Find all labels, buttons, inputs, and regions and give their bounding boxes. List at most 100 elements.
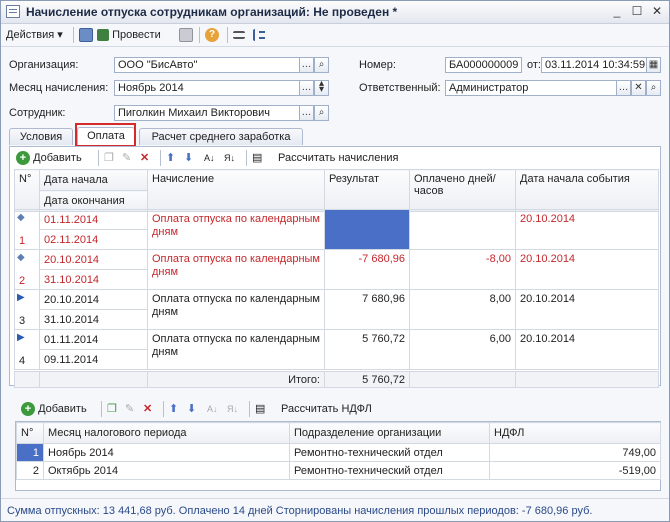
table-row[interactable]: 1 Ноябрь 2014 Ремонтно-технический отдел… (16, 443, 661, 462)
help-icon[interactable]: ? (205, 27, 219, 43)
clear-icon[interactable]: ✕ (631, 80, 646, 96)
table-row[interactable]: 2 Октябрь 2014 Ремонтно-технический отде… (16, 461, 661, 480)
column-header-period[interactable]: Месяц налогового периода (43, 422, 290, 444)
cell-result[interactable]: 7 680,96 (324, 289, 410, 330)
add-label: Добавить (33, 152, 82, 164)
cell-paid[interactable]: 8,00 (409, 289, 516, 330)
cell-paid[interactable]: 6,00 (409, 329, 516, 370)
delete-icon[interactable]: ✕ (143, 401, 152, 417)
employee-label: Сотрудник: (9, 107, 66, 119)
date-field[interactable]: 03.11.2014 10:34:59 (541, 57, 647, 73)
cell-result[interactable]: 5 760,72 (324, 329, 410, 370)
cell-paid[interactable] (409, 209, 516, 250)
cell-paid[interactable]: -8,00 (409, 249, 516, 290)
cell-tax[interactable]: 749,00 (489, 443, 661, 462)
cell-end-date[interactable]: 31.10.2014 (39, 269, 148, 290)
move-up-icon[interactable]: ⬆ (169, 401, 178, 417)
column-header-n[interactable]: N° (14, 169, 40, 212)
column-header-n[interactable]: N° (16, 422, 44, 444)
calculate-accruals-button[interactable]: Рассчитать начисления (278, 150, 399, 166)
responsible-field[interactable]: Администратор (445, 80, 617, 96)
row-status-icon: ◆ (17, 252, 25, 264)
cell-result[interactable]: -7 680,96 (324, 249, 410, 290)
tab-conditions[interactable]: Условия (9, 128, 73, 145)
print-icon[interactable] (179, 27, 193, 43)
actions-menu[interactable]: Действия ▾ (6, 27, 63, 43)
cell-start-date[interactable]: 20.10.2014 (39, 289, 148, 310)
cell-event-date[interactable]: 20.10.2014 (515, 289, 659, 330)
employee-field[interactable]: Пиголкин Михаил Викторович (114, 105, 300, 121)
cell-accrual[interactable]: Оплата отпуска по календарным дням (147, 329, 325, 370)
month-select-button[interactable]: … (299, 80, 314, 96)
organization-select-button[interactable]: … (299, 57, 314, 73)
sort-desc-icon[interactable]: Я↓ (224, 150, 235, 166)
columns-icon[interactable]: ▤ (252, 150, 262, 166)
copy-icon[interactable]: ❐ (104, 150, 114, 166)
minimize-button[interactable]: _ (609, 4, 625, 19)
columns-icon[interactable]: ▤ (255, 401, 265, 417)
number-field[interactable]: БА000000009 (445, 57, 522, 73)
cell-end-date[interactable]: 31.10.2014 (39, 309, 148, 330)
cell-start-date[interactable]: 20.10.2014 (39, 249, 148, 270)
cell-accrual[interactable]: Оплата отпуска по календарным дням (147, 289, 325, 330)
move-up-icon[interactable]: ⬆ (166, 150, 175, 166)
column-header-tax[interactable]: НДФЛ (489, 422, 661, 444)
column-header-event[interactable]: Дата начала события (515, 169, 659, 212)
cell-accrual[interactable]: Оплата отпуска по календарным дням (147, 209, 325, 250)
column-header-dept[interactable]: Подразделение организации (289, 422, 490, 444)
post-button[interactable]: Провести (97, 27, 161, 43)
cell-start-date[interactable]: 01.11.2014 (39, 209, 148, 230)
cell-dept[interactable]: Ремонтно-технический отдел (289, 443, 490, 462)
cell-accrual[interactable]: Оплата отпуска по календарным дням (147, 249, 325, 290)
column-header-paid[interactable]: Оплачено дней/часов (409, 169, 516, 212)
cell-result[interactable] (324, 209, 410, 250)
separator (249, 401, 250, 417)
sort-desc-icon[interactable]: Я↓ (227, 401, 238, 417)
month-field[interactable]: Ноябрь 2014 (114, 80, 300, 96)
cell-event-date[interactable]: 20.10.2014 (515, 329, 659, 370)
month-stepper[interactable]: ▴ ▾ (314, 79, 329, 96)
edit-icon[interactable]: ✎ (125, 401, 134, 417)
move-down-icon[interactable]: ⬇ (184, 150, 193, 166)
employee-select-button[interactable]: … (299, 105, 314, 121)
close-button[interactable]: ✕ (649, 4, 665, 19)
separator (199, 27, 200, 43)
cell-dept[interactable]: Ремонтно-технический отдел (289, 461, 490, 480)
calculate-ndfl-button[interactable]: Рассчитать НДФЛ (281, 401, 372, 417)
table-row[interactable]: ◆ 1 01.11.2014 Оплата отпуска по календа… (14, 209, 659, 250)
search-icon[interactable]: ⌕ (646, 80, 661, 96)
column-header-start[interactable]: Дата начала (39, 169, 148, 191)
calendar-icon[interactable]: ▦ (646, 57, 661, 73)
move-down-icon[interactable]: ⬇ (187, 401, 196, 417)
separator (73, 27, 74, 43)
add-button[interactable]: + Добавить (16, 150, 82, 166)
search-icon[interactable]: ⌕ (314, 105, 329, 121)
column-header-accrual[interactable]: Начисление (147, 169, 325, 212)
copy-icon[interactable]: ❐ (107, 401, 117, 417)
edit-icon[interactable]: ✎ (122, 150, 131, 166)
sort-asc-icon[interactable]: A↓ (207, 401, 218, 417)
table-row[interactable]: ▶ 4 01.11.2014 Оплата отпуска по календа… (14, 329, 659, 370)
cell-end-date[interactable]: 02.11.2014 (39, 229, 148, 250)
cell-tax[interactable]: -519,00 (489, 461, 661, 480)
responsible-select-button[interactable]: … (616, 80, 631, 96)
cell-event-date[interactable]: 20.10.2014 (515, 209, 659, 250)
cell-end-date[interactable]: 09.11.2014 (39, 349, 148, 370)
delete-icon[interactable]: ✕ (140, 150, 149, 166)
tab-average-earnings[interactable]: Расчет среднего заработка (139, 128, 303, 145)
cell-period[interactable]: Октябрь 2014 (43, 461, 290, 480)
save-icon[interactable] (79, 27, 93, 43)
column-header-result[interactable]: Результат (324, 169, 410, 212)
table-row[interactable]: ▶ 3 20.10.2014 Оплата отпуска по календа… (14, 289, 659, 330)
list-icon[interactable] (233, 27, 245, 43)
maximize-button[interactable]: ☐ (629, 4, 645, 19)
sort-asc-icon[interactable]: A↓ (204, 150, 215, 166)
table-row[interactable]: ◆ 2 20.10.2014 Оплата отпуска по календа… (14, 249, 659, 290)
organization-field[interactable]: ООО "БисАвто" (114, 57, 300, 73)
cell-period[interactable]: Ноябрь 2014 (43, 443, 290, 462)
search-icon[interactable]: ⌕ (314, 57, 329, 73)
cell-start-date[interactable]: 01.11.2014 (39, 329, 148, 350)
ndfl-add-button[interactable]: + Добавить (21, 401, 87, 417)
cell-event-date[interactable]: 20.10.2014 (515, 249, 659, 290)
structure-icon[interactable] (253, 27, 265, 43)
